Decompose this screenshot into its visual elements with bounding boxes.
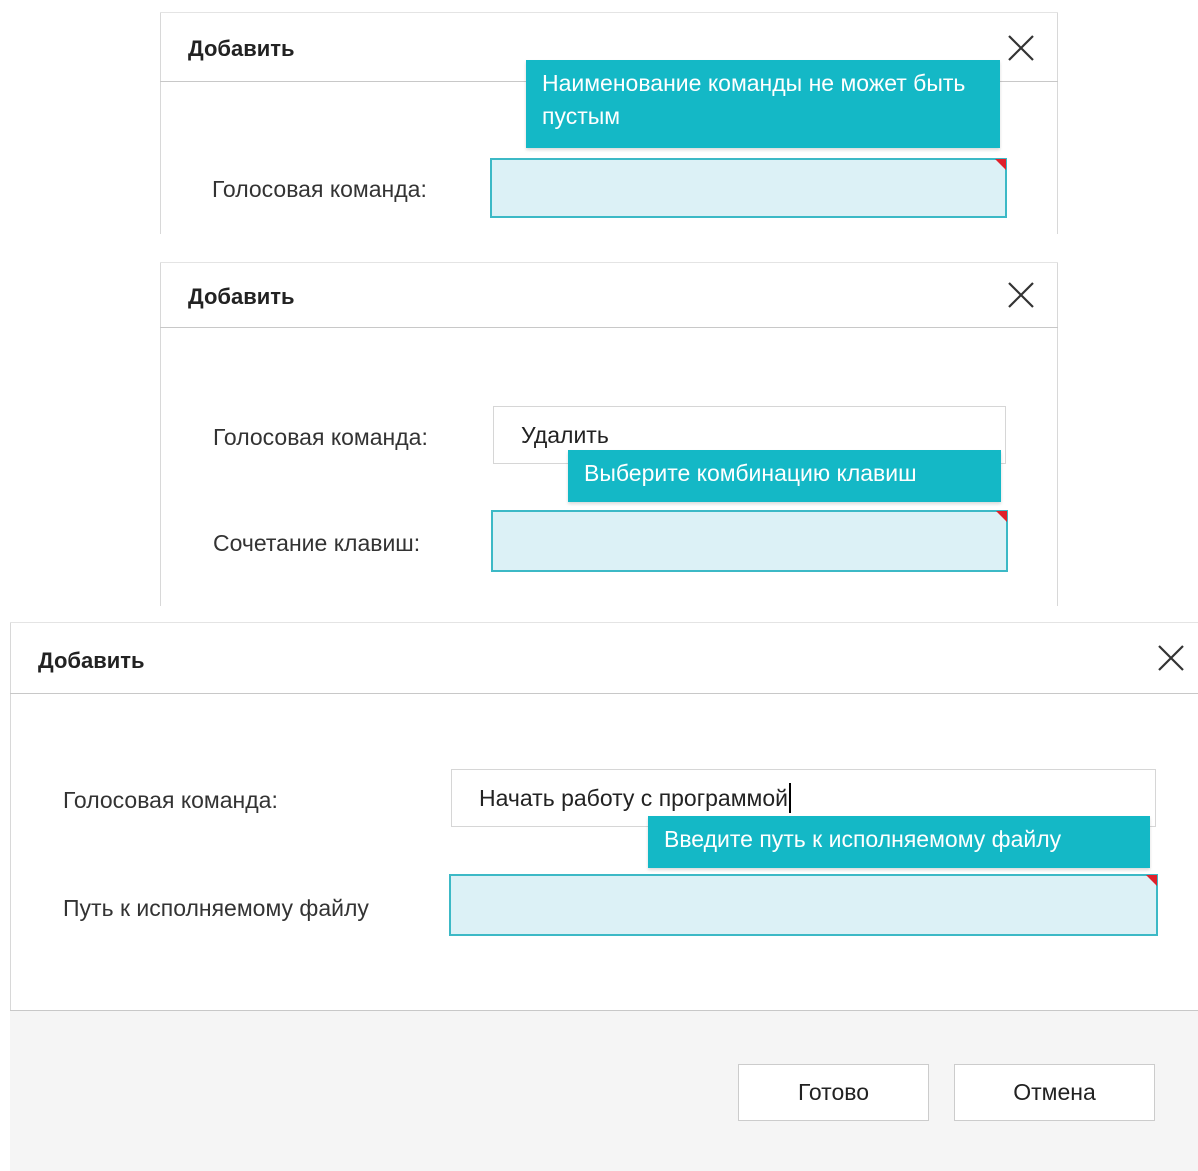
done-button[interactable]: Готово: [738, 1064, 929, 1121]
dialog-header: Добавить: [160, 262, 1058, 328]
dialog-header: Добавить: [10, 622, 1198, 694]
executable-path-input[interactable]: [449, 874, 1158, 936]
text-cursor: [788, 783, 791, 813]
close-icon: [1008, 282, 1034, 308]
dialog-title: Добавить: [188, 284, 295, 309]
close-icon: [1008, 35, 1034, 61]
validation-tooltip: Введите путь к исполняемому файлу: [648, 816, 1150, 868]
executable-path-label: Путь к исполняемому файлу: [63, 895, 369, 921]
close-button[interactable]: [1006, 280, 1036, 310]
add-command-dialog-3: Добавить Голосовая команда: Начать работ…: [10, 622, 1198, 1171]
validation-error-marker: [1146, 875, 1157, 886]
add-command-dialog-1: Добавить Голосовая команда: Наименование…: [160, 12, 1058, 234]
validation-tooltip: Наименование команды не может быть пусты…: [526, 60, 1000, 148]
add-command-dialog-2: Добавить Голосовая команда: Удалить Соче…: [160, 262, 1058, 606]
hotkey-label: Сочетание клавиш:: [213, 530, 421, 556]
dialog-title: Добавить: [38, 648, 145, 673]
close-button[interactable]: [1156, 643, 1186, 673]
dialog-footer: Готово Отмена: [10, 1011, 1198, 1171]
hotkey-input[interactable]: [491, 510, 1008, 572]
dialog-title: Добавить: [188, 36, 295, 61]
voice-command-input[interactable]: [490, 158, 1007, 218]
voice-command-value: Удалить: [521, 421, 609, 448]
close-icon: [1158, 645, 1184, 671]
validation-error-marker: [995, 159, 1006, 170]
cancel-button[interactable]: Отмена: [954, 1064, 1155, 1121]
validation-error-marker: [996, 511, 1007, 522]
voice-command-label: Голосовая команда:: [213, 424, 428, 450]
voice-command-value: Начать работу с программой: [479, 784, 788, 811]
voice-command-label: Голосовая команда:: [212, 176, 427, 202]
validation-tooltip: Выберите комбинацию клавиш: [568, 450, 1001, 502]
voice-command-label: Голосовая команда:: [63, 787, 278, 813]
close-button[interactable]: [1006, 33, 1036, 63]
